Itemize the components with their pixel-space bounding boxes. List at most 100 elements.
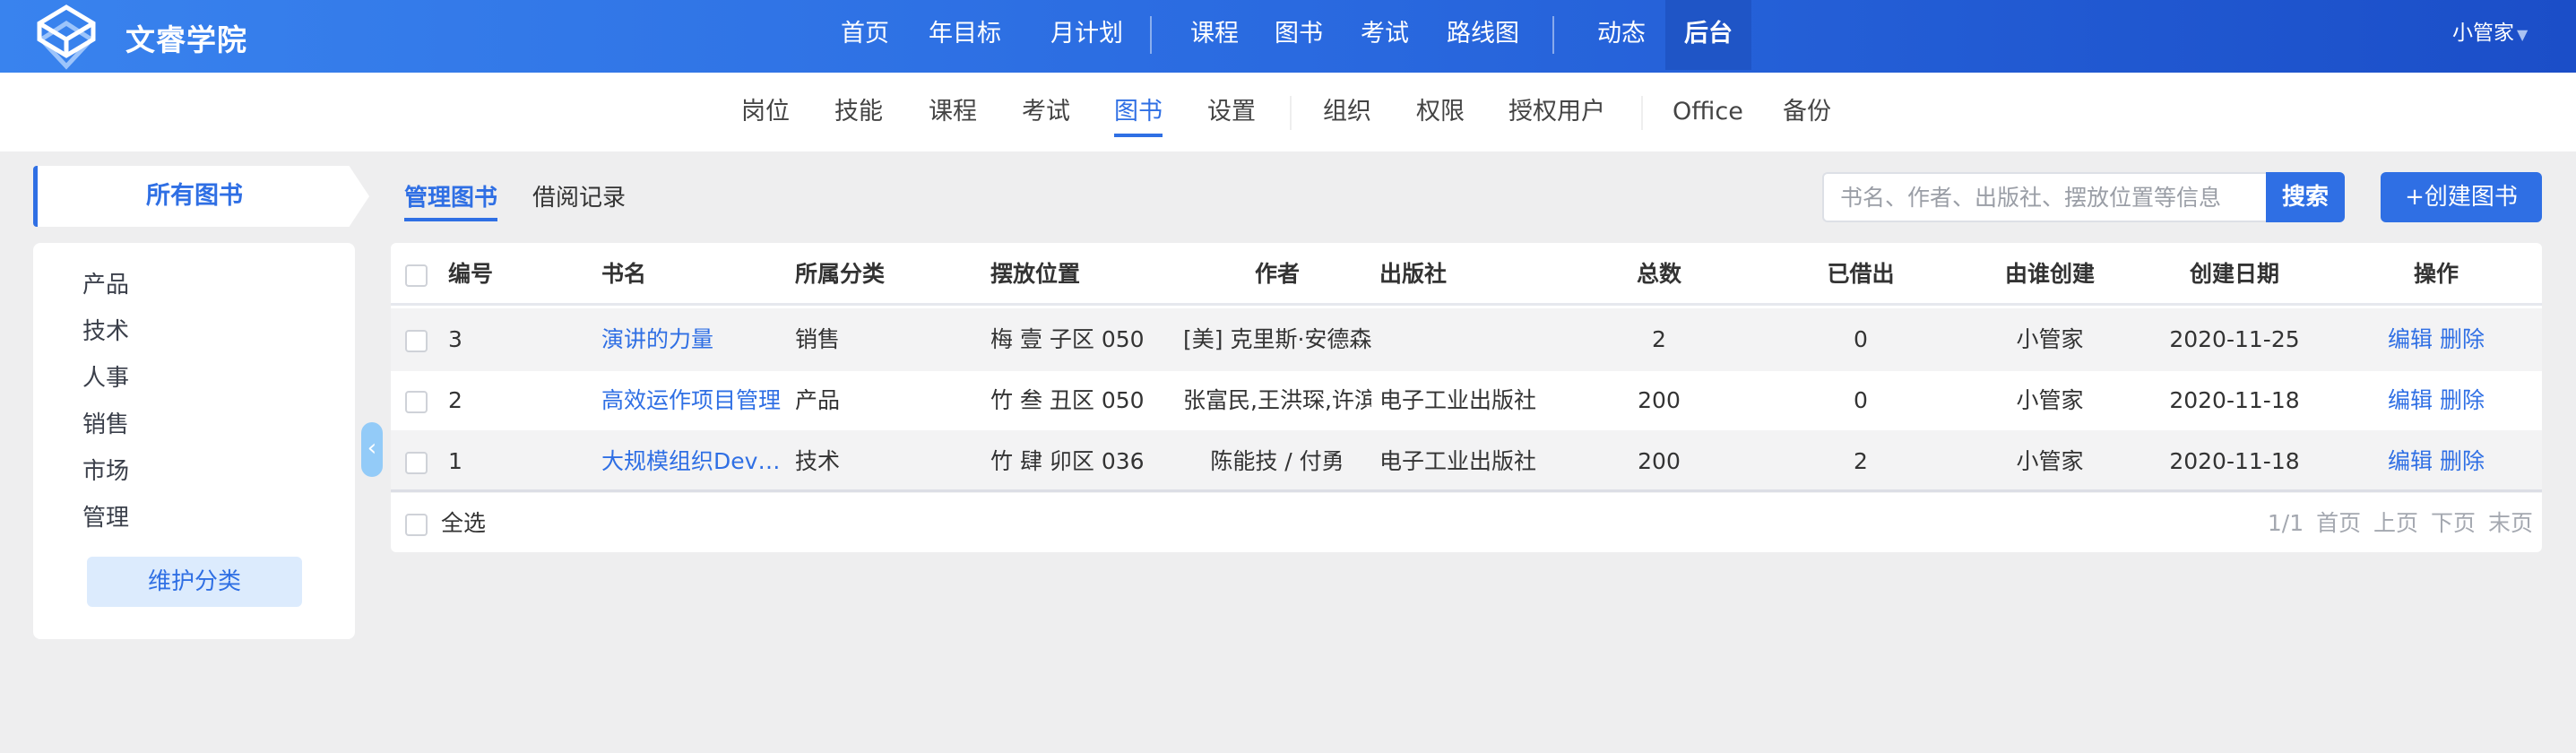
col-name: 书名 bbox=[601, 261, 647, 287]
nav-year-goals[interactable]: 年目标 bbox=[918, 0, 1012, 70]
select-all-label[interactable]: 全选 bbox=[441, 492, 486, 552]
book-id: 3 bbox=[448, 326, 462, 352]
col-id: 编号 bbox=[448, 261, 494, 287]
col-actions: 操作 bbox=[2413, 261, 2459, 287]
category-list: 产品 技术 人事 销售 市场 管理 维护分类 bbox=[33, 243, 355, 639]
all-books-header[interactable]: 所有图书 bbox=[33, 166, 369, 227]
subnav-settings[interactable]: 设置 bbox=[1207, 94, 1256, 130]
first-page-link[interactable]: 首页 bbox=[2316, 510, 2361, 536]
user-menu[interactable]: 小管家 ▼ bbox=[2452, 0, 2528, 68]
book-author: [美] 克里斯·安德森 bbox=[1183, 326, 1371, 352]
search-button[interactable]: 搜索 bbox=[2266, 172, 2345, 222]
subnav-books[interactable]: 图书 bbox=[1114, 94, 1163, 137]
book-id: 1 bbox=[448, 448, 462, 474]
book-location: 竹 肆 卯区 036 bbox=[990, 448, 1145, 474]
book-creator: 小管家 bbox=[2016, 448, 2084, 474]
table-row: 2 高效运作项目管理 产品 竹 叁 丑区 050 张富民,王洪琛,许滨 电子工业出版社 20… bbox=[391, 369, 2542, 432]
next-page-link[interactable]: 下页 bbox=[2431, 510, 2476, 536]
subnav-organization[interactable]: 组织 bbox=[1323, 94, 1371, 130]
subnav-positions[interactable]: 岗位 bbox=[741, 94, 790, 130]
book-date: 2020-11-18 bbox=[2169, 387, 2300, 413]
book-lent: 0 bbox=[1854, 326, 1868, 352]
tab-manage-books[interactable]: 管理图书 bbox=[404, 179, 498, 221]
user-name: 小管家 bbox=[2452, 22, 2514, 45]
category-item[interactable]: 管理 bbox=[82, 499, 129, 532]
nav-month-plan[interactable]: 月计划 bbox=[1040, 0, 1134, 70]
book-author: 陈能技 / 付勇 bbox=[1210, 448, 1344, 474]
pagination: 1/1 首页 上页 下页 末页 bbox=[2262, 492, 2533, 552]
nav-courses[interactable]: 课程 bbox=[1180, 0, 1249, 70]
row-actions: 编辑 删除 bbox=[2356, 430, 2517, 493]
maintain-categories-button[interactable]: 维护分类 bbox=[87, 557, 302, 607]
header-checkbox[interactable] bbox=[405, 264, 428, 287]
select-all-checkbox[interactable] bbox=[405, 514, 428, 536]
subnav-courses[interactable]: 课程 bbox=[929, 94, 977, 130]
sub-nav: 岗位 技能 课程 考试 图书 设置 组织 权限 授权用户 Office 备份 bbox=[0, 73, 2576, 151]
search-input[interactable] bbox=[1822, 172, 2266, 222]
delete-link[interactable]: 删除 bbox=[2440, 387, 2485, 413]
col-creator: 由谁创建 bbox=[2004, 261, 2095, 287]
book-name-link[interactable]: 大规模组织DevOps实践 bbox=[601, 430, 781, 493]
table-footer: 全选 1/1 首页 上页 下页 末页 bbox=[391, 489, 2542, 552]
subnav-office[interactable]: Office bbox=[1673, 94, 1743, 130]
nav-exams[interactable]: 考试 bbox=[1350, 0, 1420, 70]
delete-link[interactable]: 删除 bbox=[2440, 448, 2485, 474]
book-creator: 小管家 bbox=[2016, 387, 2084, 413]
subnav-backup[interactable]: 备份 bbox=[1783, 94, 1831, 130]
nav-divider bbox=[1150, 16, 1152, 54]
table-row: 1 大规模组织DevOps实践技术 竹 肆 卯区 036 陈能技 / 付勇 电子工业出版… bbox=[391, 430, 2542, 493]
book-category: 销售 bbox=[795, 326, 841, 352]
book-date: 2020-11-18 bbox=[2169, 448, 2300, 474]
subnav-authorized-users[interactable]: 授权用户 bbox=[1508, 94, 1605, 130]
category-item[interactable]: 销售 bbox=[82, 406, 129, 439]
nav-activity[interactable]: 动态 bbox=[1586, 0, 1656, 70]
subnav-exams[interactable]: 考试 bbox=[1022, 94, 1070, 130]
nav-home[interactable]: 首页 bbox=[830, 0, 900, 70]
logo-icon bbox=[37, 4, 96, 70]
edit-link[interactable]: 编辑 bbox=[2388, 387, 2433, 413]
subnav-skills[interactable]: 技能 bbox=[834, 94, 883, 130]
category-item[interactable]: 人事 bbox=[82, 359, 129, 393]
prev-page-link[interactable]: 上页 bbox=[2373, 510, 2418, 536]
book-date: 2020-11-25 bbox=[2169, 326, 2300, 352]
last-page-link[interactable]: 末页 bbox=[2488, 510, 2533, 536]
book-publisher: 电子工业出版社 bbox=[1379, 387, 1537, 413]
book-location: 竹 叁 丑区 050 bbox=[990, 387, 1145, 413]
row-checkbox[interactable] bbox=[405, 452, 428, 474]
category-item[interactable]: 产品 bbox=[82, 266, 129, 299]
edit-link[interactable]: 编辑 bbox=[2388, 326, 2433, 352]
delete-link[interactable]: 删除 bbox=[2440, 326, 2485, 352]
col-category: 所属分类 bbox=[795, 261, 886, 287]
col-total: 总数 bbox=[1636, 261, 1681, 287]
books-table: 编号 书名 所属分类 摆放位置 作者 出版社 总数 已借出 由谁创建 创建日期 … bbox=[391, 243, 2542, 552]
nav-backend[interactable]: 后台 bbox=[1665, 0, 1751, 70]
table-header: 编号 书名 所属分类 摆放位置 作者 出版社 总数 已借出 由谁创建 创建日期 … bbox=[391, 243, 2542, 306]
row-checkbox[interactable] bbox=[405, 330, 428, 352]
row-checkbox[interactable] bbox=[405, 391, 428, 413]
tab-borrow-records[interactable]: 借阅记录 bbox=[532, 179, 626, 212]
table-row: 3 演讲的力量 销售 梅 壹 子区 050 [美] 克里斯·安德森 2 0 小管家 2020-1… bbox=[391, 308, 2542, 371]
page-indicator: 1/1 bbox=[2267, 510, 2304, 536]
book-location: 梅 壹 子区 050 bbox=[990, 326, 1145, 352]
col-author: 作者 bbox=[1254, 261, 1300, 287]
book-category: 产品 bbox=[795, 387, 841, 413]
book-lent: 0 bbox=[1854, 387, 1868, 413]
nav-divider bbox=[1552, 16, 1554, 54]
book-total: 200 bbox=[1638, 387, 1681, 413]
nav-books[interactable]: 图书 bbox=[1264, 0, 1334, 70]
collapse-sidebar-chevron-left-icon[interactable]: ‹ bbox=[361, 422, 383, 477]
subnav-permissions[interactable]: 权限 bbox=[1416, 94, 1465, 130]
book-name-link[interactable]: 演讲的力量 bbox=[601, 308, 781, 371]
subnav-divider bbox=[1641, 96, 1643, 130]
edit-link[interactable]: 编辑 bbox=[2388, 448, 2433, 474]
book-total: 200 bbox=[1638, 448, 1681, 474]
col-location: 摆放位置 bbox=[990, 261, 1081, 287]
create-book-button[interactable]: +创建图书 bbox=[2381, 172, 2542, 222]
nav-roadmap[interactable]: 路线图 bbox=[1436, 0, 1530, 70]
book-name-link[interactable]: 高效运作项目管理 bbox=[601, 369, 781, 432]
category-item[interactable]: 市场 bbox=[82, 453, 129, 486]
book-lent: 2 bbox=[1854, 448, 1868, 474]
category-item[interactable]: 技术 bbox=[82, 313, 129, 346]
book-id: 2 bbox=[448, 387, 462, 413]
col-date: 创建日期 bbox=[2189, 261, 2279, 287]
